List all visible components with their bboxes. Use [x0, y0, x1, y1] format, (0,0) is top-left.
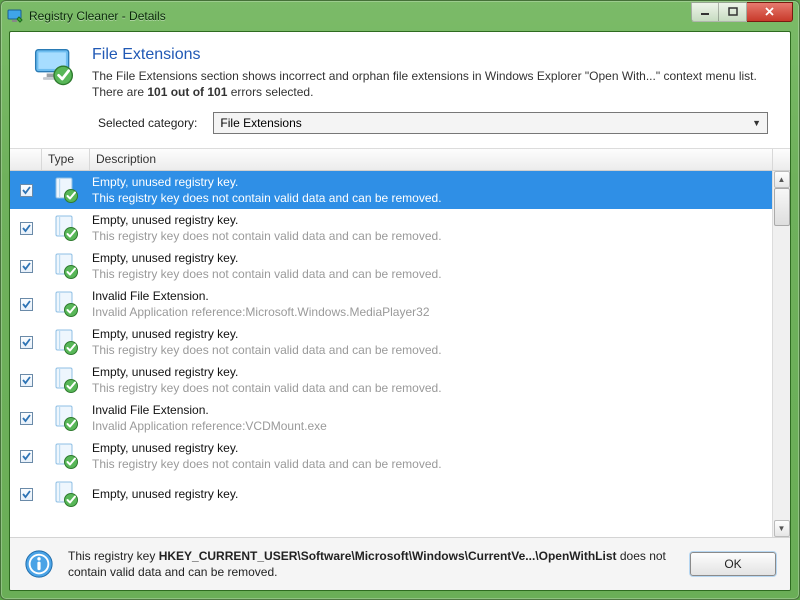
- row-checkbox[interactable]: [20, 184, 33, 197]
- row-title: Empty, unused registry key.: [92, 365, 770, 381]
- row-subtitle: Invalid Application reference:Microsoft.…: [92, 305, 770, 321]
- app-icon: [7, 8, 23, 24]
- row-subtitle: This registry key does not contain valid…: [92, 191, 770, 207]
- results-list: Type Description Empty, unused: [10, 148, 790, 536]
- table-row[interactable]: Empty, unused registry key. This registr…: [10, 323, 772, 361]
- file-type-icon: [52, 442, 80, 470]
- row-title: Empty, unused registry key.: [92, 487, 770, 503]
- table-row[interactable]: Empty, unused registry key. This registr…: [10, 209, 772, 247]
- file-type-icon: [52, 328, 80, 356]
- table-row[interactable]: Invalid File Extension. Invalid Applicat…: [10, 285, 772, 323]
- chevron-down-icon: ▼: [752, 118, 761, 128]
- row-title: Invalid File Extension.: [92, 289, 770, 305]
- monitor-badge-icon: [32, 46, 76, 90]
- category-label: Selected category:: [98, 116, 197, 130]
- scroll-thumb[interactable]: [774, 188, 790, 226]
- category-select[interactable]: File Extensions ▼: [213, 112, 768, 134]
- file-type-icon: [52, 480, 80, 508]
- row-checkbox[interactable]: [20, 222, 33, 235]
- page-title: File Extensions: [92, 46, 768, 64]
- footer-keypath: HKEY_CURRENT_USER\Software\Microsoft\Win…: [159, 549, 617, 563]
- scroll-track[interactable]: [774, 188, 790, 519]
- titlebar[interactable]: Registry Cleaner - Details: [1, 1, 799, 31]
- table-row[interactable]: Empty, unused registry key. This registr…: [10, 247, 772, 285]
- category-row: Selected category: File Extensions ▼: [10, 108, 790, 148]
- page-description: The File Extensions section shows incorr…: [92, 68, 768, 100]
- footer: This registry key HKEY_CURRENT_USER\Soft…: [10, 537, 790, 590]
- table-row[interactable]: Empty, unused registry key.: [10, 475, 772, 513]
- row-subtitle: This registry key does not contain valid…: [92, 381, 770, 397]
- row-subtitle: This registry key does not contain valid…: [92, 267, 770, 283]
- desc-suffix: errors selected.: [227, 85, 313, 99]
- file-type-icon: [52, 404, 80, 432]
- row-title: Invalid File Extension.: [92, 403, 770, 419]
- row-title: Empty, unused registry key.: [92, 327, 770, 343]
- window-frame: Registry Cleaner - Details: [0, 0, 800, 600]
- info-icon: [24, 549, 54, 579]
- maximize-button[interactable]: [719, 2, 747, 22]
- row-checkbox[interactable]: [20, 260, 33, 273]
- row-checkbox[interactable]: [20, 336, 33, 349]
- table-row[interactable]: Empty, unused registry key. This registr…: [10, 361, 772, 399]
- row-title: Empty, unused registry key.: [92, 251, 770, 267]
- file-type-icon: [52, 214, 80, 242]
- row-checkbox[interactable]: [20, 412, 33, 425]
- row-checkbox[interactable]: [20, 488, 33, 501]
- file-type-icon: [52, 252, 80, 280]
- scrollbar[interactable]: ▲ ▼: [772, 171, 790, 536]
- row-subtitle: This registry key does not contain valid…: [92, 229, 770, 245]
- file-type-icon: [52, 366, 80, 394]
- row-subtitle: Invalid Application reference:VCDMount.e…: [92, 419, 770, 435]
- scroll-down-button[interactable]: ▼: [774, 520, 790, 537]
- col-scroll-spacer: [772, 149, 790, 170]
- col-type[interactable]: Type: [42, 149, 90, 170]
- row-title: Empty, unused registry key.: [92, 441, 770, 457]
- footer-prefix: This registry key: [68, 549, 159, 563]
- desc-count: 101 out of 101: [147, 85, 227, 99]
- col-check[interactable]: [10, 149, 42, 170]
- row-title: Empty, unused registry key.: [92, 175, 770, 191]
- table-row[interactable]: Empty, unused registry key. This registr…: [10, 437, 772, 475]
- row-checkbox[interactable]: [20, 374, 33, 387]
- col-description[interactable]: Description: [90, 149, 772, 170]
- ok-button[interactable]: OK: [690, 552, 776, 576]
- row-checkbox[interactable]: [20, 298, 33, 311]
- window-title: Registry Cleaner - Details: [29, 9, 166, 23]
- footer-message: This registry key HKEY_CURRENT_USER\Soft…: [68, 548, 676, 580]
- list-body: Empty, unused registry key. This registr…: [10, 171, 790, 536]
- scroll-up-button[interactable]: ▲: [774, 171, 790, 188]
- category-selected: File Extensions: [220, 116, 301, 130]
- row-subtitle: This registry key does not contain valid…: [92, 343, 770, 359]
- table-row[interactable]: Empty, unused registry key. This registr…: [10, 171, 772, 209]
- minimize-button[interactable]: [691, 2, 719, 22]
- client-area: File Extensions The File Extensions sect…: [9, 31, 791, 591]
- file-type-icon: [52, 176, 80, 204]
- row-checkbox[interactable]: [20, 450, 33, 463]
- row-title: Empty, unused registry key.: [92, 213, 770, 229]
- list-header[interactable]: Type Description: [10, 149, 790, 171]
- table-row[interactable]: Invalid File Extension. Invalid Applicat…: [10, 399, 772, 437]
- file-type-icon: [52, 290, 80, 318]
- header: File Extensions The File Extensions sect…: [10, 32, 790, 108]
- close-button[interactable]: [747, 2, 793, 22]
- row-subtitle: This registry key does not contain valid…: [92, 457, 770, 473]
